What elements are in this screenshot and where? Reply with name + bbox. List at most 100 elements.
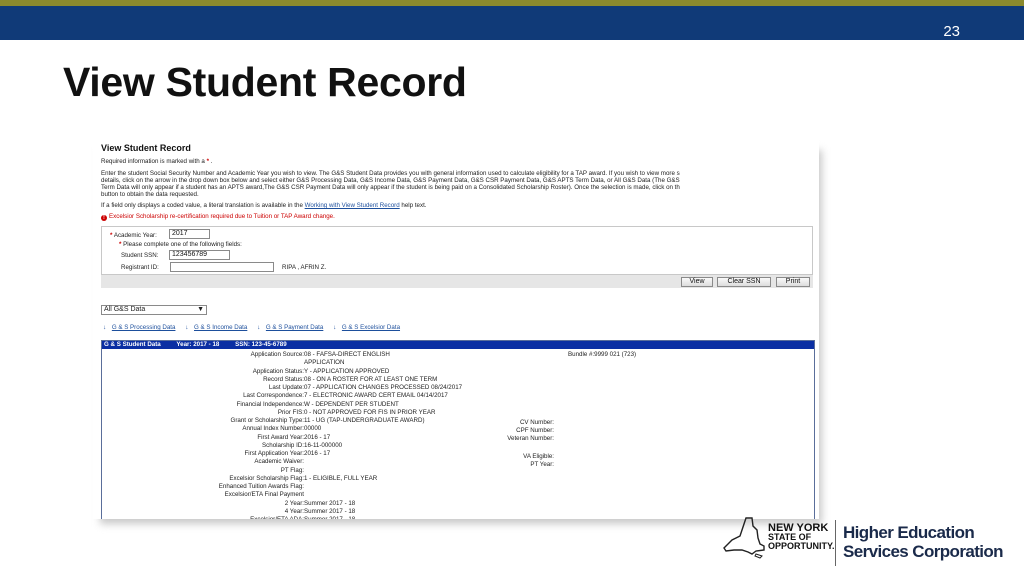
academic-year-label: * Academic Year:	[110, 232, 157, 239]
registrant-id-input[interactable]	[170, 262, 274, 272]
field-label: Annual Index Number:	[242, 425, 304, 433]
data-type-select[interactable]: All G&S Data ▼	[101, 305, 207, 315]
registrant-id-label: Registrant ID:	[121, 264, 159, 271]
side-field-label: PT Year:	[530, 461, 554, 468]
field-label: First Application Year:	[244, 450, 304, 457]
field-label: PT Flag:	[280, 466, 304, 474]
required-note: Required information is marked with a * …	[101, 158, 213, 165]
field-label: Excelsior Scholarship Flag:	[229, 474, 304, 482]
footer-logos: NEW YORK STATE OF OPPORTUNITY. Higher Ed…	[722, 516, 1012, 568]
required-star: *	[206, 158, 210, 165]
student-field-row: First Award Year: 2016 - 17	[102, 434, 816, 442]
field-value: APPLICATION	[304, 359, 345, 367]
student-field-row: Record Status: 08 - ON A ROSTER FOR AT LE…	[102, 376, 816, 384]
help-text: If a field only displays a coded value, …	[101, 202, 427, 209]
field-value: 08 - FAFSA-DIRECT ENGLISH	[304, 351, 390, 358]
field-value: 0 - NOT APPROVED FOR FIS IN PRIOR YEAR	[304, 408, 436, 416]
error-circle-icon: !	[101, 215, 107, 221]
student-field-row: First Application Year: 2016 - 17	[102, 450, 816, 458]
field-label: Academic Waiver:	[254, 458, 304, 466]
header-bar: 23	[0, 6, 1024, 40]
academic-year-input[interactable]: 2017	[169, 229, 210, 239]
field-label: Financial Independence:	[236, 400, 304, 408]
side-field-label: VA Eligible:	[523, 453, 554, 460]
student-field-row: Financial Independence: W - DEPENDENT PER…	[102, 401, 816, 409]
field-value: 07 - APPLICATION CHANGES PROCESSED 08/24…	[304, 384, 463, 391]
student-name: RIPA , AFRIN Z.	[282, 264, 327, 271]
field-value: 08 - ON A ROSTER FOR AT LEAST ONE TERM	[304, 375, 438, 383]
field-label: 4 Year:	[284, 507, 304, 515]
field-value: Summer 2017 - 18	[304, 499, 356, 507]
ssn-input[interactable]: 123456789	[169, 250, 230, 260]
field-label: Excelsior/ETA ADA:	[250, 516, 304, 519]
clear-ssn-button[interactable]: Clear SSN	[717, 277, 771, 287]
student-data-header: G & S Student Data Year: 2017 - 18 SSN: …	[102, 341, 814, 349]
anchor-income-data[interactable]: ↓ G & S Income Data	[185, 324, 251, 331]
student-field-row: Last Update: 07 - APPLICATION CHANGES PRO…	[102, 384, 816, 392]
field-value: Summer 2017 - 18	[304, 507, 356, 515]
field-label: Grant or Scholarship Type:	[230, 417, 305, 424]
chevron-down-icon: ▼	[197, 306, 204, 313]
field-label: Application Source:	[250, 351, 304, 358]
help-link[interactable]: Working with View Student Record	[305, 202, 400, 209]
student-data-panel: G & S Student Data Year: 2017 - 18 SSN: …	[101, 340, 815, 519]
instructions-line-4: button to obtain the data requested.	[101, 191, 199, 198]
field-label: 2 Year:	[284, 499, 304, 507]
student-field-row: PT Flag:	[102, 467, 816, 475]
student-field-row: Prior FIS: 0 - NOT APPROVED FOR FIS IN PR…	[102, 409, 816, 417]
field-value: 2016 - 17	[304, 450, 331, 457]
section-anchor-links: ↓ G & S Processing Data ↓ G & S Income D…	[103, 324, 408, 331]
slide-title: View Student Record	[63, 59, 467, 105]
field-label: Record Status:	[263, 375, 304, 383]
student-field-row: APPLICATION	[102, 359, 816, 367]
student-field-row: 2 Year: Summer 2017 - 18	[102, 500, 816, 508]
student-field-row: 4 Year: Summer 2017 - 18	[102, 508, 816, 516]
student-field-row: Scholarship ID: 16-11-000000	[102, 442, 816, 450]
bundle-number: Bundle #:9999 021 (723)	[568, 351, 637, 358]
either-field-note: * Please complete one of the following f…	[119, 241, 242, 248]
anchor-processing-data[interactable]: ↓ G & S Processing Data	[103, 324, 179, 331]
field-label: Last Correspondence:	[243, 392, 304, 400]
student-field-row: Last Correspondence: 7 - ELECTRONIC AWARD…	[102, 392, 816, 400]
field-value: 11 - UG (TAP-UNDERGRADUATE AWARD)	[304, 417, 425, 424]
field-label: First Award Year:	[257, 433, 304, 441]
slide-number: 23	[943, 23, 960, 40]
field-value: 2016 - 17	[304, 433, 331, 441]
hesc-wordmark: Higher Education Services Corporation	[843, 523, 1004, 561]
student-field-row: Annual Index Number: 00000	[102, 425, 816, 433]
field-label: Enhanced Tuition Awards Flag:	[218, 483, 304, 490]
ny-state-wordmark: NEW YORK STATE OF OPPORTUNITY.	[768, 522, 835, 551]
student-field-row: Excelsior/ETA ADA:Summer 2017 - 18	[102, 516, 816, 519]
form-button-row: View Clear SSN Print	[101, 274, 813, 288]
new-york-state-map-icon	[723, 517, 765, 559]
field-value: 7 - ELECTRONIC AWARD CERT EMAIL 04/14/20…	[304, 392, 448, 400]
student-field-row: Excelsior Scholarship Flag: 1 - ELIGIBLE,…	[102, 475, 816, 483]
field-value: 1 - ELIGIBLE, FULL YEAR	[304, 474, 378, 482]
embedded-screenshot: View Student Record Required information…	[93, 139, 819, 519]
student-field-row: Application Source: 08 - FAFSA-DIRECT ENG…	[102, 351, 816, 359]
anchor-payment-data[interactable]: ↓ G & S Payment Data	[257, 324, 327, 331]
field-value: Summer 2017 - 18	[304, 516, 355, 519]
view-button[interactable]: View	[681, 277, 713, 287]
screen-title: View Student Record	[101, 143, 191, 153]
field-value: 16-11-000000	[304, 441, 343, 449]
student-field-row: Application Status: Y - APPLICATION APPRO…	[102, 368, 816, 376]
print-button[interactable]: Print	[776, 277, 810, 287]
student-field-row: Excelsior/ETA Final Payment	[102, 491, 816, 499]
error-message: ! Excelsior Scholarship re-certification …	[101, 213, 335, 221]
student-field-row: Enhanced Tuition Awards Flag:	[102, 483, 816, 491]
anchor-excelsior-data[interactable]: ↓ G & S Excelsior Data	[333, 324, 404, 331]
side-field-label: Veteran Number:	[507, 435, 554, 442]
student-field-row: Grant or Scholarship Type: 11 - UG (TAP-U…	[102, 417, 816, 425]
field-label: Last Update:	[268, 384, 304, 391]
field-label: Application Status:	[252, 367, 304, 375]
field-label: Prior FIS:	[277, 408, 304, 416]
field-value: W - DEPENDENT PER STUDENT	[304, 400, 399, 408]
field-value: 00000	[304, 425, 322, 433]
student-field-row: Academic Waiver:	[102, 458, 816, 466]
field-value: Y - APPLICATION APPROVED	[304, 367, 390, 375]
ssn-label: Student SSN:	[121, 252, 159, 259]
field-label: Excelsior/ETA Final Payment	[224, 491, 304, 499]
side-field-label: CV Number:	[519, 419, 554, 426]
field-label: Scholarship ID:	[262, 441, 304, 449]
